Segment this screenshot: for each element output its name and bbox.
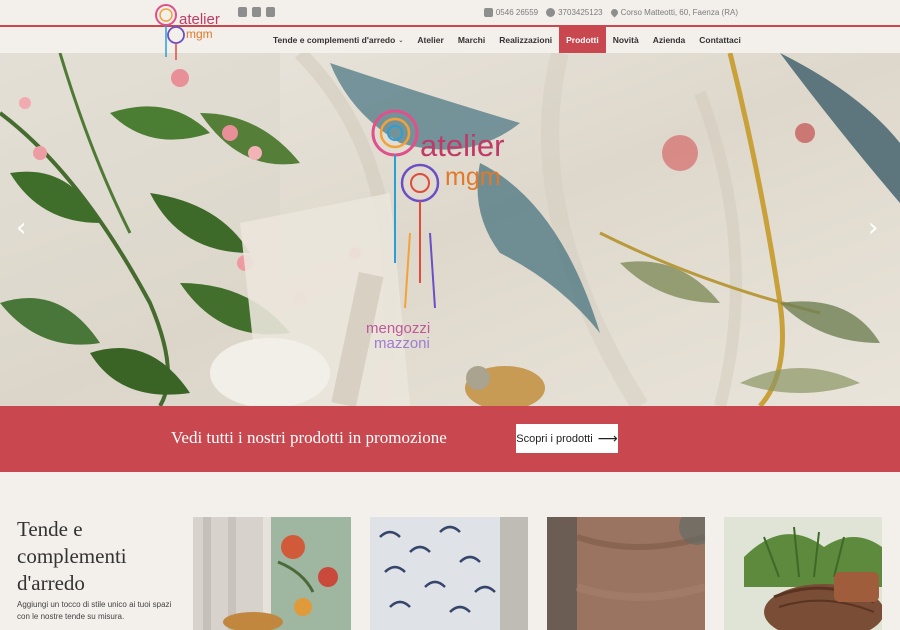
nav-label: Contattaci [699,35,741,45]
social-links [238,7,275,17]
facebook-icon[interactable] [238,7,247,17]
logo-mgm: mgm [186,27,213,41]
section-description: Aggiungi un tocco di stile unico ai tuoi… [17,600,172,621]
nav-label: Azienda [652,35,686,45]
nav-label: Marchi [457,35,486,45]
nav-label: Atelier [417,35,444,45]
phone-icon [483,8,493,17]
promo-banner: Vedi tutti i nostri prodotti in promozio… [0,406,900,472]
chevron-down-icon: ⌄ [398,37,404,44]
product-image [193,517,351,630]
phone-link[interactable]: 0546 26559 [483,8,539,17]
slider-next-button[interactable]: › [868,213,878,243]
main-navigation: Tende e complementi d'arredo ⌄ Atelier Ma… [0,27,900,53]
contact-info: 0546 26559 3703425123 Corso Matteotti, 6… [483,7,738,18]
nav-item-tende[interactable]: Tende e complementi d'arredo ⌄ [266,27,410,53]
logo-atelier: atelier [179,11,220,28]
discover-products-label: Scopri i prodotti [516,432,593,445]
whatsapp-number: 3703425123 [558,8,603,17]
top-bar: 0546 26559 3703425123 Corso Matteotti, 6… [0,0,900,27]
phone-number: 0546 26559 [495,8,539,17]
nav-item-azienda[interactable]: Azienda [646,27,693,53]
product-card-outdoor[interactable] [724,517,882,630]
pinterest-icon[interactable] [266,7,275,17]
nav-item-atelier[interactable]: Atelier [410,27,450,53]
section-title: Tende e complementi d'arredo [17,517,127,595]
whatsapp-link[interactable]: 3703425123 [546,8,603,17]
product-card-rugs[interactable] [547,517,705,630]
nav-label: Prodotti [566,35,599,45]
nav-item-novita[interactable]: Novità [606,27,646,53]
hero-logo-mazzoni: mazzoni [374,335,430,352]
nav-label: Tende e complementi d'arredo [273,35,396,45]
product-image [724,517,882,630]
instagram-icon[interactable] [252,7,261,17]
discover-products-button[interactable]: Scopri i prodotti ⟶ [516,424,618,453]
hero-logo-mgm: mgm [445,163,501,191]
nav-item-prodotti[interactable]: Prodotti [559,27,606,53]
address-link[interactable]: Corso Matteotti, 60, Faenza (RA) [609,7,738,18]
nav-label: Novità [612,35,639,45]
promo-text: Vedi tutti i nostri prodotti in promozio… [171,428,447,447]
site-logo[interactable]: atelier mgm [150,2,230,62]
product-image [370,517,528,630]
nav-label: Realizzazioni [499,35,553,45]
slider-prev-button[interactable]: ‹ [16,213,26,243]
map-pin-icon [609,7,620,18]
product-card-curtains[interactable] [193,517,351,630]
product-card-fabrics[interactable] [370,517,528,630]
arrow-right-icon: ⟶ [597,430,618,447]
hero-slider: atelier mgm mengozzi mazzoni ‹ › [0,53,900,406]
whatsapp-icon [546,8,556,17]
product-image [547,517,705,630]
nav-item-realizzazioni[interactable]: Realizzazioni [492,27,559,53]
hero-image: atelier mgm mengozzi mazzoni [0,53,900,406]
chevron-right-icon: › [868,213,879,243]
chevron-left-icon: ‹ [16,213,27,243]
nav-item-marchi[interactable]: Marchi [451,27,492,53]
hero-logo-atelier: atelier [420,128,504,163]
address-text: Corso Matteotti, 60, Faenza (RA) [620,8,738,17]
nav-item-contattaci[interactable]: Contattaci [692,27,748,53]
